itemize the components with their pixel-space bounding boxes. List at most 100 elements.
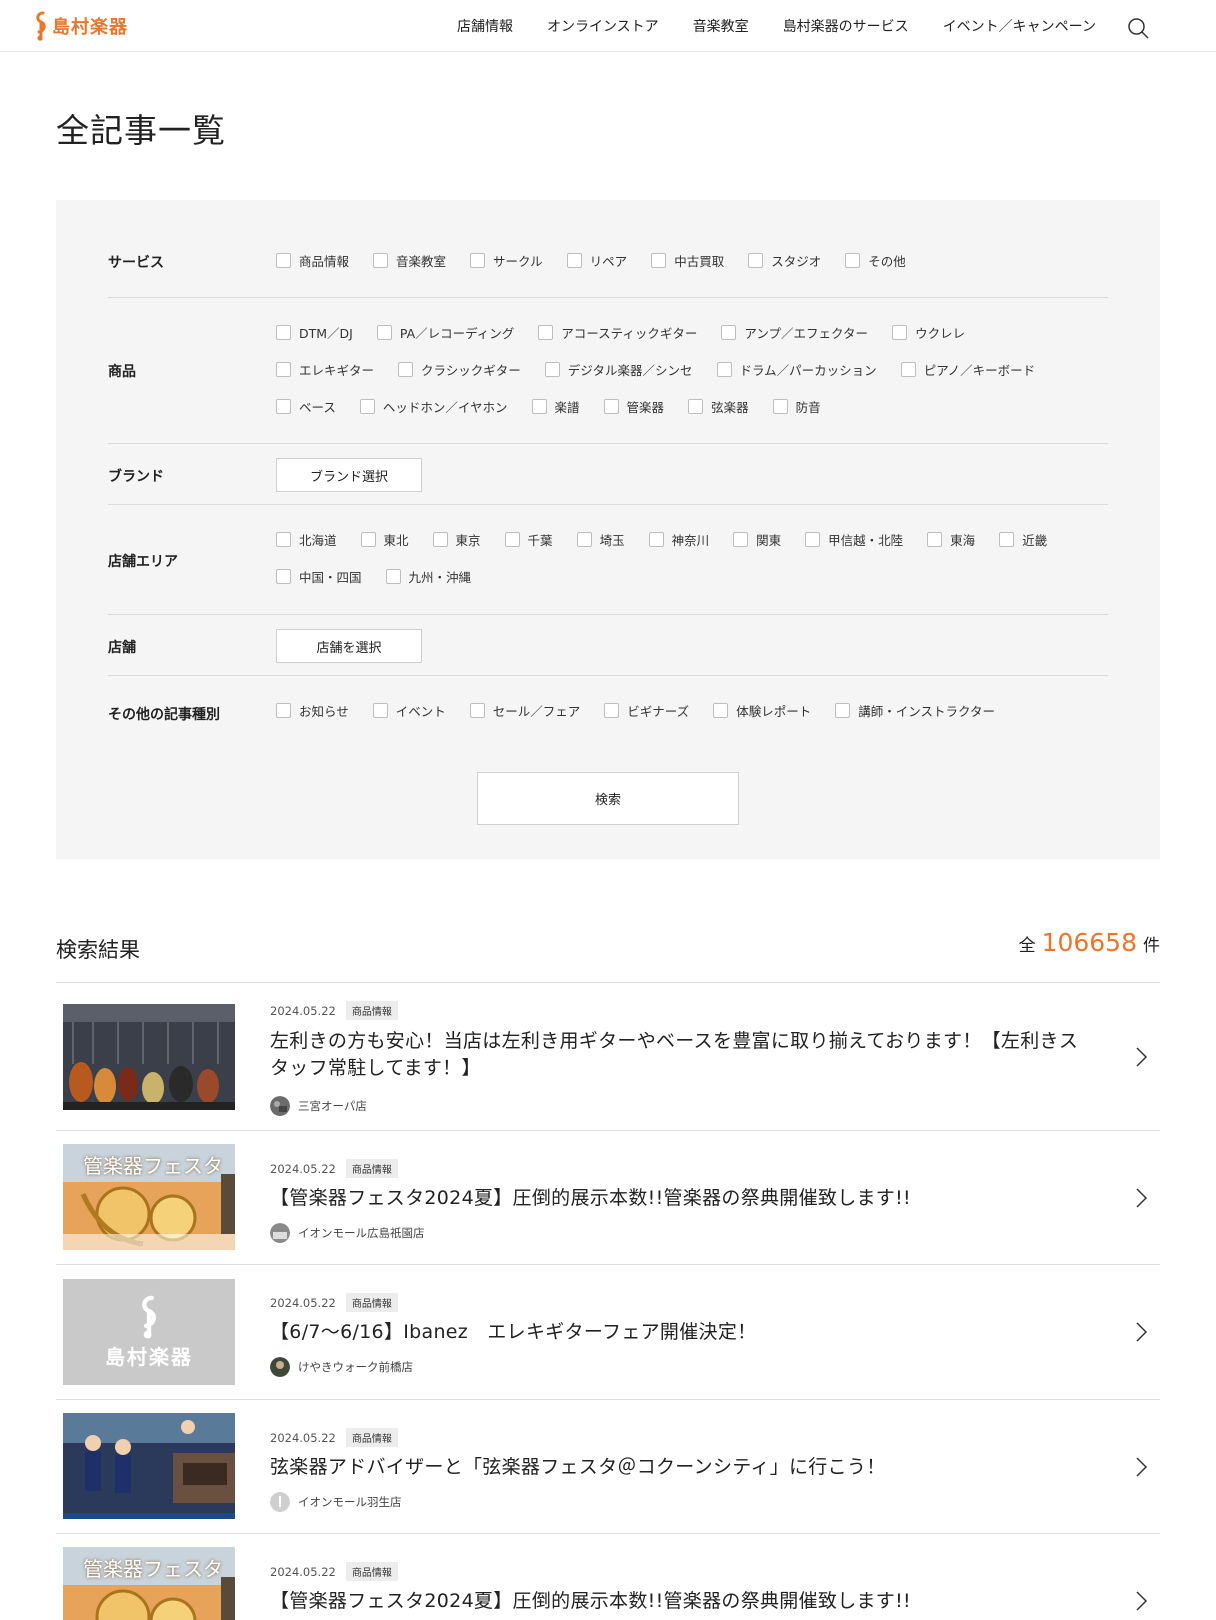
- checkbox-area[interactable]: 九州・沖縄: [385, 567, 471, 586]
- checkbox-area[interactable]: 東海: [927, 530, 975, 549]
- nav-services[interactable]: 島村楽器のサービス: [783, 16, 909, 36]
- brand-select-button[interactable]: ブランド選択: [276, 458, 422, 492]
- checkbox-product[interactable]: 弦楽器: [688, 397, 749, 416]
- article-item[interactable]: 管楽器フェスタ 2024.05.22 商品情報 【管楽器フェスタ2024夏】圧倒…: [56, 1131, 1160, 1265]
- checkbox-box[interactable]: [716, 362, 732, 377]
- checkbox-other[interactable]: 講師・インストラクター: [835, 701, 995, 720]
- nav-events[interactable]: イベント／キャンペーン: [943, 16, 1096, 36]
- checkbox-box[interactable]: [892, 325, 908, 340]
- article-thumbnail[interactable]: 管楽器フェスタ: [63, 1144, 235, 1250]
- chevron-right-icon[interactable]: [1134, 1321, 1148, 1343]
- article-title[interactable]: 【管楽器フェスタ2024夏】圧倒的展示本数!!管楽器の祭典開催致します!!: [270, 1185, 1080, 1212]
- chevron-right-icon[interactable]: [1134, 1590, 1148, 1612]
- checkbox-product[interactable]: アコースティックギター: [538, 323, 697, 342]
- checkbox-box[interactable]: [360, 532, 376, 547]
- checkbox-box[interactable]: [544, 362, 560, 377]
- article-tag[interactable]: 商品情報: [345, 1001, 398, 1020]
- checkbox-box[interactable]: [276, 569, 291, 584]
- checkbox-area[interactable]: 中国・四国: [276, 567, 362, 586]
- checkbox-product[interactable]: アンプ／エフェクター: [721, 323, 868, 342]
- checkbox-box[interactable]: [566, 253, 582, 268]
- checkbox-box[interactable]: [373, 253, 389, 268]
- checkbox-box[interactable]: [805, 532, 821, 547]
- checkbox-product[interactable]: DTM／DJ: [276, 323, 353, 342]
- checkbox-other[interactable]: 体験レポート: [713, 701, 811, 720]
- checkbox-service[interactable]: サークル: [470, 251, 543, 270]
- article-tag[interactable]: 商品情報: [345, 1428, 398, 1447]
- article-item[interactable]: 2024.05.22 商品情報 弦楽器アドバイザーと「弦楽器フェスタ＠コクーンシ…: [56, 1400, 1160, 1534]
- checkbox-box[interactable]: [688, 399, 704, 414]
- checkbox-service[interactable]: 商品情報: [276, 251, 349, 270]
- chevron-right-icon[interactable]: [1134, 1046, 1148, 1068]
- article-tag[interactable]: 商品情報: [345, 1159, 398, 1178]
- checkbox-area[interactable]: 千葉: [504, 530, 553, 549]
- article-thumbnail[interactable]: 管楽器フェスタ: [63, 1547, 235, 1620]
- checkbox-service[interactable]: スタジオ: [748, 251, 821, 270]
- checkbox-box[interactable]: [845, 253, 861, 268]
- store-select-button[interactable]: 店舗を選択: [276, 629, 422, 663]
- checkbox-service[interactable]: その他: [845, 251, 906, 270]
- checkbox-box[interactable]: [359, 399, 375, 414]
- checkbox-product[interactable]: ピアノ／キーボード: [900, 360, 1035, 379]
- checkbox-box[interactable]: [721, 325, 737, 340]
- chevron-right-icon[interactable]: [1134, 1456, 1148, 1478]
- chevron-right-icon[interactable]: [1134, 1187, 1148, 1209]
- checkbox-box[interactable]: [276, 532, 291, 547]
- checkbox-box[interactable]: [538, 325, 554, 340]
- checkbox-box[interactable]: [276, 703, 291, 718]
- checkbox-box[interactable]: [276, 325, 291, 340]
- checkbox-box[interactable]: [469, 703, 485, 718]
- checkbox-product[interactable]: デジタル楽器／シンセ: [544, 360, 693, 379]
- checkbox-product[interactable]: ベース: [276, 397, 336, 416]
- article-item[interactable]: 島村楽器 2024.05.22 商品情報 【6/7〜6/16】Ibanez エレ…: [56, 1265, 1160, 1400]
- checkbox-box[interactable]: [733, 532, 749, 547]
- checkbox-box[interactable]: [576, 532, 592, 547]
- checkbox-box[interactable]: [900, 362, 916, 377]
- checkbox-service[interactable]: 音楽教室: [373, 251, 446, 270]
- checkbox-box[interactable]: [276, 253, 291, 268]
- checkbox-area[interactable]: 埼玉: [576, 530, 625, 549]
- checkbox-box[interactable]: [432, 532, 448, 547]
- checkbox-box[interactable]: [531, 399, 547, 414]
- checkbox-product[interactable]: ウクレレ: [892, 323, 965, 342]
- checkbox-box[interactable]: [604, 703, 620, 718]
- article-item[interactable]: 2024.05.22 商品情報 左利きの方も安心！当店は左利き用ギターやベースを…: [56, 983, 1160, 1131]
- article-item[interactable]: 管楽器フェスタ 2024.05.22 商品情報 【管楽器フェスタ2024夏】圧倒…: [56, 1534, 1160, 1620]
- checkbox-box[interactable]: [835, 703, 851, 718]
- nav-store-info[interactable]: 店舗情報: [457, 16, 513, 36]
- article-thumbnail[interactable]: [63, 1004, 235, 1110]
- checkbox-box[interactable]: [999, 532, 1015, 547]
- article-thumbnail[interactable]: 島村楽器: [63, 1279, 235, 1385]
- checkbox-box[interactable]: [651, 253, 667, 268]
- checkbox-area[interactable]: 北海道: [276, 530, 337, 549]
- search-icon[interactable]: [1126, 16, 1150, 40]
- checkbox-box[interactable]: [603, 399, 619, 414]
- store-name[interactable]: イオンモール羽生店: [298, 1494, 402, 1510]
- store-name[interactable]: 三宮オーパ店: [298, 1098, 367, 1114]
- checkbox-area[interactable]: 東京: [432, 530, 481, 549]
- checkbox-box[interactable]: [470, 253, 486, 268]
- checkbox-other[interactable]: イベント: [372, 701, 446, 720]
- checkbox-product[interactable]: 楽譜: [531, 397, 580, 416]
- checkbox-other[interactable]: お知らせ: [276, 701, 349, 720]
- checkbox-box[interactable]: [713, 703, 729, 718]
- checkbox-box[interactable]: [504, 532, 520, 547]
- checkbox-box[interactable]: [772, 399, 788, 414]
- article-title[interactable]: 【管楽器フェスタ2024夏】圧倒的展示本数!!管楽器の祭典開催致します!!: [270, 1588, 1080, 1615]
- search-submit-button[interactable]: 検索: [477, 772, 739, 825]
- checkbox-product[interactable]: 防音: [772, 397, 821, 416]
- checkbox-box[interactable]: [276, 362, 291, 377]
- checkbox-box[interactable]: [372, 703, 388, 718]
- article-title[interactable]: 【6/7〜6/16】Ibanez エレキギターフェア開催決定！: [270, 1319, 1080, 1346]
- article-title[interactable]: 左利きの方も安心！当店は左利き用ギターやベースを豊富に取り揃えております！【左利…: [270, 1028, 1080, 1082]
- checkbox-product[interactable]: PA／レコーディング: [376, 323, 514, 342]
- checkbox-area[interactable]: 東北: [360, 530, 409, 549]
- article-title[interactable]: 弦楽器アドバイザーと「弦楽器フェスタ＠コクーンシティ」に行こう！: [270, 1454, 1080, 1481]
- checkbox-box[interactable]: [376, 325, 392, 340]
- store-name[interactable]: けやきウォーク前橋店: [298, 1359, 413, 1375]
- checkbox-area[interactable]: 甲信越・北陸: [805, 530, 903, 549]
- checkbox-product[interactable]: 管楽器: [603, 397, 664, 416]
- checkbox-product[interactable]: ヘッドホン／イヤホン: [359, 397, 508, 416]
- checkbox-box[interactable]: [927, 532, 943, 547]
- site-logo[interactable]: 島村楽器: [34, 10, 128, 42]
